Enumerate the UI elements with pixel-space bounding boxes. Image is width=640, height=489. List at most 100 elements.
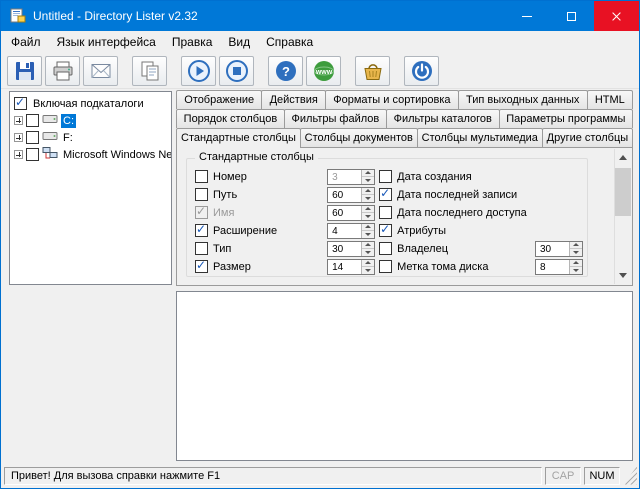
option-row: Дата создания <box>379 168 583 185</box>
owner-spinner[interactable]: 30 <box>535 240 583 257</box>
spin-down-icon[interactable] <box>362 195 375 202</box>
spin-down-icon[interactable] <box>570 267 582 274</box>
tab-column-order[interactable]: Порядок столбцов <box>176 109 285 128</box>
number-checkbox[interactable] <box>195 170 208 183</box>
drive-f-label[interactable]: F: <box>61 131 75 145</box>
tab-document-columns[interactable]: Столбцы документов <box>299 128 418 147</box>
tree-item-drive-f[interactable]: F: <box>12 129 169 146</box>
spin-down-icon[interactable] <box>362 231 375 238</box>
drive-c-checkbox[interactable] <box>26 114 39 127</box>
path-spinner[interactable]: 60 <box>327 186 376 203</box>
scrollbar-track[interactable] <box>615 166 631 267</box>
scroll-up-button[interactable] <box>615 149 631 166</box>
status-bar: Привет! Для вызова справки нажмите F1 CA… <box>1 464 639 488</box>
spin-down-icon[interactable] <box>362 267 375 274</box>
extension-checkbox[interactable] <box>195 222 208 237</box>
donate-button[interactable] <box>355 55 390 86</box>
option-row: Расширение 4 <box>195 222 376 239</box>
email-button[interactable] <box>83 55 118 86</box>
menu-help[interactable]: Справка <box>258 32 321 52</box>
spin-down-icon[interactable] <box>362 177 375 184</box>
size-spinner[interactable]: 14 <box>327 258 376 275</box>
groupbox-title: Стандартные столбцы <box>195 151 318 163</box>
menu-file[interactable]: Файл <box>3 32 49 52</box>
spin-up-icon[interactable] <box>362 205 375 213</box>
menu-edit[interactable]: Правка <box>164 32 221 52</box>
copy-button[interactable] <box>132 55 167 86</box>
spin-up-icon[interactable] <box>570 241 582 249</box>
name-spinner[interactable]: 60 <box>327 204 376 221</box>
spin-up-icon[interactable] <box>362 223 375 231</box>
scroll-down-button[interactable] <box>615 267 631 284</box>
option-row: Тип 30 <box>195 240 376 257</box>
menu-view[interactable]: Вид <box>220 32 258 52</box>
drive-icon <box>42 112 58 129</box>
date-accessed-checkbox[interactable] <box>379 206 393 219</box>
path-checkbox[interactable] <box>195 188 208 201</box>
generate-button[interactable] <box>181 55 216 86</box>
include-subdirs-checkbox[interactable] <box>14 95 27 110</box>
expand-icon[interactable] <box>14 150 23 159</box>
extension-spinner[interactable]: 4 <box>327 222 376 239</box>
tree-item-drive-c[interactable]: C: <box>12 112 169 129</box>
maximize-button[interactable] <box>549 1 594 31</box>
tree-item-network[interactable]: Microsoft Windows Network <box>12 146 171 163</box>
spin-up-icon[interactable] <box>362 187 375 195</box>
type-spinner[interactable]: 30 <box>327 240 376 257</box>
print-button[interactable] <box>45 55 80 86</box>
save-icon <box>13 59 37 83</box>
size-checkbox[interactable] <box>195 258 208 273</box>
network-checkbox[interactable] <box>26 148 39 161</box>
tab-formats-sorting[interactable]: Форматы и сортировка <box>325 90 459 109</box>
minimize-button[interactable] <box>504 1 549 31</box>
date-accessed-label: Дата последнего доступа <box>397 206 527 219</box>
network-label[interactable]: Microsoft Windows Network <box>61 148 171 162</box>
tab-other-columns[interactable]: Другие столбцы <box>541 128 633 147</box>
date-modified-checkbox[interactable] <box>379 186 393 201</box>
tab-output-type[interactable]: Тип выходных данных <box>457 90 588 109</box>
tab-html[interactable]: HTML <box>586 90 634 109</box>
copy-icon <box>138 59 162 83</box>
spin-down-icon[interactable] <box>362 213 375 220</box>
tab-display[interactable]: Отображение <box>176 90 263 109</box>
include-subdirs-row[interactable]: Включая подкаталоги <box>12 95 169 112</box>
attributes-checkbox[interactable] <box>379 222 393 237</box>
tab-standard-columns[interactable]: Стандартные столбцы <box>176 128 301 148</box>
website-button[interactable]: www <box>306 55 341 86</box>
tab-directory-filters[interactable]: Фильтры каталогов <box>385 109 500 128</box>
save-button[interactable] <box>7 55 42 86</box>
spin-up-icon[interactable] <box>362 259 375 267</box>
tab-file-filters[interactable]: Фильтры файлов <box>283 109 387 128</box>
drive-f-checkbox[interactable] <box>26 131 39 144</box>
spin-up-icon[interactable] <box>362 169 375 177</box>
spin-up-icon[interactable] <box>362 241 375 249</box>
number-spinner[interactable]: 3 <box>327 168 376 185</box>
scrollbar-thumb[interactable] <box>615 168 631 216</box>
exit-button[interactable] <box>404 55 439 86</box>
drive-c-label[interactable]: C: <box>61 113 76 128</box>
date-created-checkbox[interactable] <box>379 170 393 183</box>
type-checkbox[interactable] <box>195 242 208 255</box>
spin-up-icon[interactable] <box>570 259 582 267</box>
play-icon <box>187 59 211 83</box>
globe-icon: www <box>312 59 336 83</box>
help-button[interactable]: ? <box>268 55 303 86</box>
menu-language[interactable]: Язык интерфейса <box>49 32 164 52</box>
tab-actions[interactable]: Действия <box>261 90 327 109</box>
tab-program-options[interactable]: Параметры программы <box>498 109 634 128</box>
name-value: 60 <box>332 207 344 219</box>
volume-label-checkbox[interactable] <box>379 260 393 273</box>
expand-icon[interactable] <box>14 133 23 142</box>
volume-label-spinner[interactable]: 8 <box>535 258 583 275</box>
resize-grip[interactable] <box>623 466 637 485</box>
tab-row-3: Стандартные столбцы Столбцы документов С… <box>176 128 633 148</box>
stop-button[interactable] <box>219 55 254 86</box>
spin-down-icon[interactable] <box>570 249 582 256</box>
spin-down-icon[interactable] <box>362 249 375 256</box>
options-scrollbar[interactable] <box>614 149 631 284</box>
title-bar[interactable]: Untitled - Directory Lister v2.32 <box>1 1 639 31</box>
owner-checkbox[interactable] <box>379 242 393 255</box>
tab-multimedia-columns[interactable]: Столбцы мультимедиа <box>416 128 543 147</box>
expand-icon[interactable] <box>14 116 23 125</box>
close-button[interactable] <box>594 1 639 31</box>
